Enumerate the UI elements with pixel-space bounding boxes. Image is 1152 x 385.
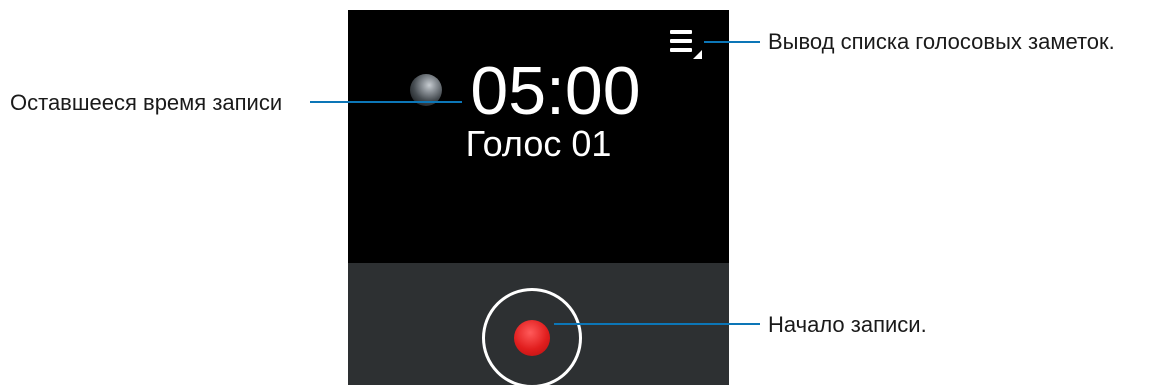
timer-value: 05:00 xyxy=(470,53,641,129)
callout-voice-memo-list-line xyxy=(704,41,760,43)
menu-bar xyxy=(670,30,692,34)
recording-info-area: 05:00 Голос 01 xyxy=(348,10,729,263)
voice-recorder-screen: 05:00 Голос 01 xyxy=(348,10,729,385)
callout-remaining-time-line xyxy=(310,101,462,103)
record-button[interactable] xyxy=(482,288,582,385)
callout-start-recording-label: Начало записи. xyxy=(768,312,927,337)
recording-file-name: Голос 01 xyxy=(465,123,612,164)
remaining-time-display: 05:00 xyxy=(348,50,729,132)
callout-voice-memo-list-label: Вывод списка голосовых заметок. xyxy=(768,29,1115,54)
callout-remaining-time-label: Оставшееся время записи xyxy=(10,90,283,115)
callout-start-recording-line xyxy=(554,323,760,325)
record-icon xyxy=(514,320,550,356)
menu-bar xyxy=(670,39,692,43)
